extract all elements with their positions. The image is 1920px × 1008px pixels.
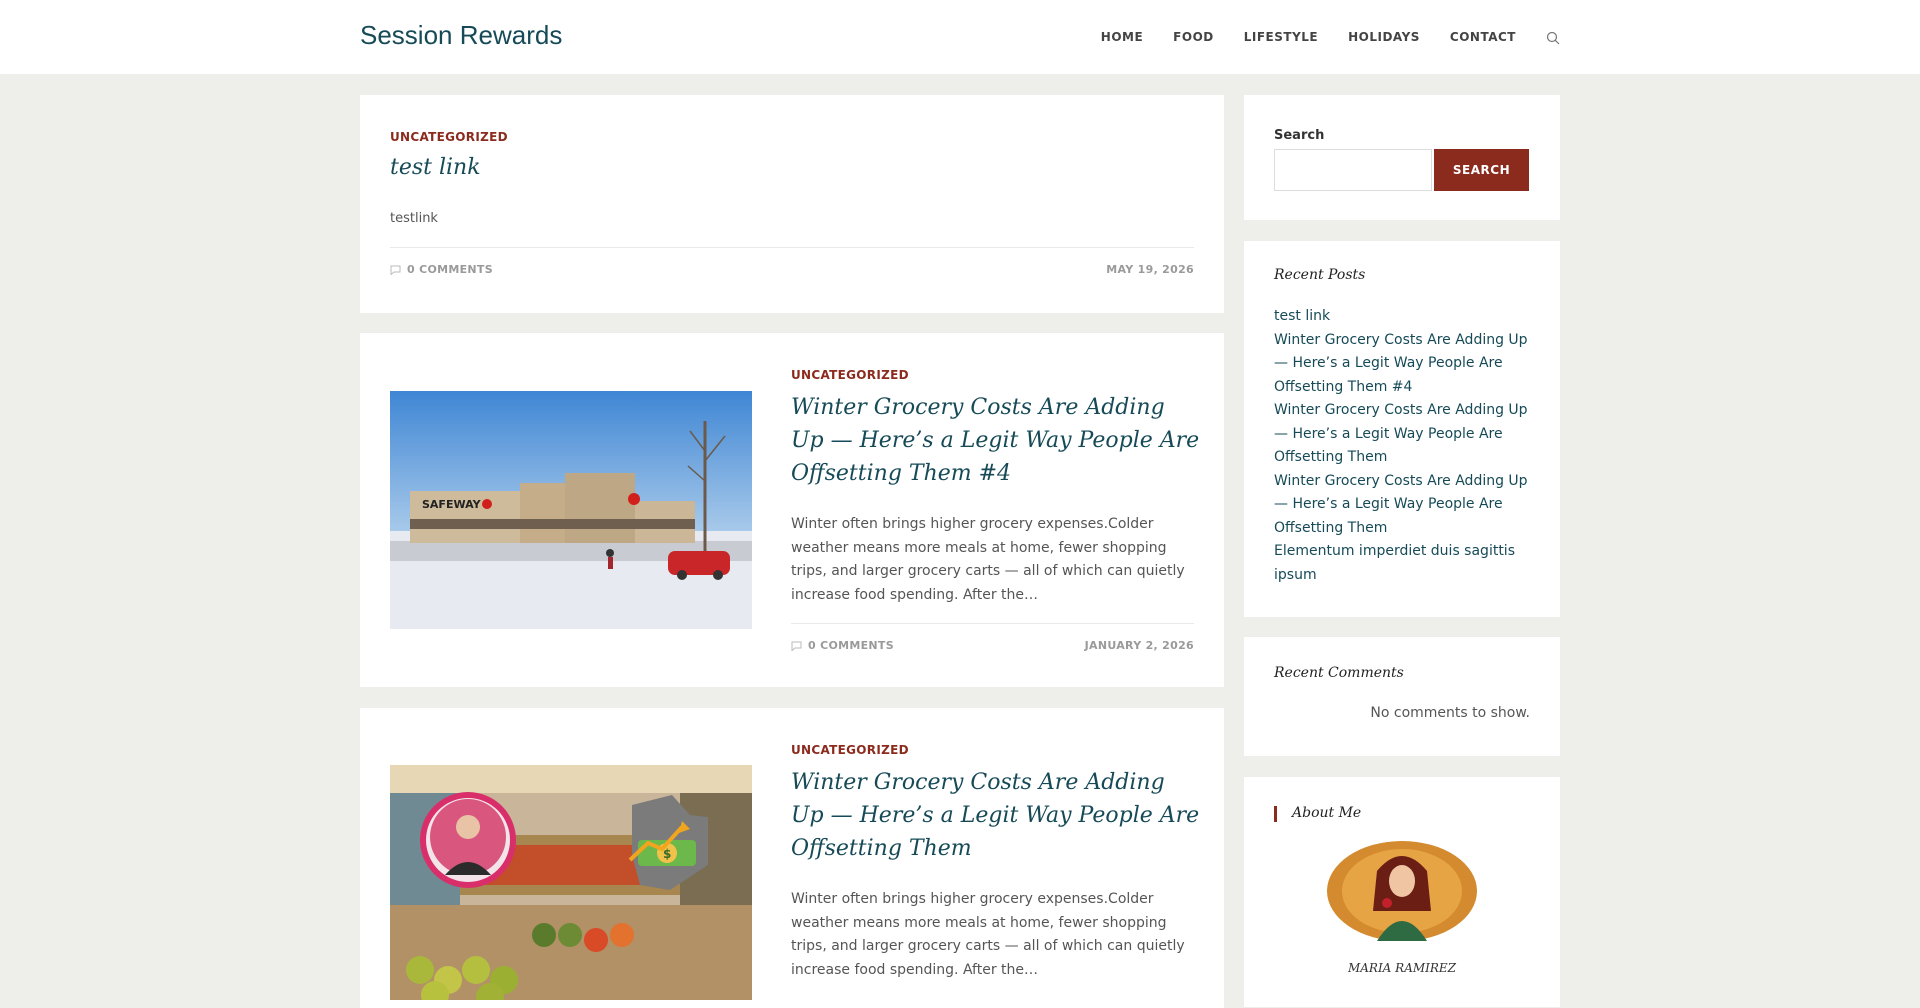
recent-post-link[interactable]: Winter Grocery Costs Are Adding Up — Her… xyxy=(1274,470,1534,541)
post-category[interactable]: UNCATEGORIZED xyxy=(791,368,909,382)
post-meta: 0 COMMENTS JANUARY 2, 2026 xyxy=(791,623,1194,655)
comments-count: 0 COMMENTS xyxy=(407,263,493,276)
about-name: MARIA RAMIREZ xyxy=(1347,961,1457,975)
post-card: $ UNCATEGORIZED Winter Grocery Costs Are… xyxy=(360,708,1224,1008)
recent-comments-widget: Recent Comments No comments to show. xyxy=(1244,637,1560,756)
post-title[interactable]: Winter Grocery Costs Are Adding Up — Her… xyxy=(791,391,1201,490)
post-category[interactable]: UNCATEGORIZED xyxy=(791,743,909,757)
post-card: SAFEWAY UNCATEGORIZED Winter Grocery Cos… xyxy=(360,333,1224,687)
nav-home[interactable]: HOME xyxy=(1101,30,1143,44)
post-category[interactable]: UNCATEGORIZED xyxy=(390,130,508,144)
avatar xyxy=(1327,841,1477,941)
about-title: About Me xyxy=(1292,805,1362,821)
post-excerpt: Winter often brings higher grocery expen… xyxy=(791,516,1185,603)
site-logo[interactable]: Session Rewards xyxy=(360,20,562,51)
about-widget: About Me MARIA RAMIREZ xyxy=(1244,777,1560,1007)
search-icon[interactable] xyxy=(1546,30,1560,45)
recent-comments-title: Recent Comments xyxy=(1274,665,1404,681)
post-thumbnail[interactable]: $ xyxy=(390,765,752,1000)
search-input[interactable] xyxy=(1274,149,1432,191)
site-header: Session Rewards HOME FOOD LIFESTYLE HOLI… xyxy=(0,0,1920,74)
recent-post-link[interactable]: Winter Grocery Costs Are Adding Up — Her… xyxy=(1274,329,1534,400)
recent-posts-title: Recent Posts xyxy=(1274,267,1366,283)
comment-icon xyxy=(791,641,802,651)
comments-count: 0 COMMENTS xyxy=(808,639,894,652)
title-accent-bar xyxy=(1274,806,1277,822)
safeway-sign: SAFEWAY xyxy=(422,498,482,511)
search-widget: Search SEARCH xyxy=(1244,95,1560,220)
post-title[interactable]: test link xyxy=(390,155,481,180)
recent-post-link[interactable]: test link xyxy=(1274,305,1534,329)
nav-holidays[interactable]: HOLIDAYS xyxy=(1348,30,1420,44)
post-meta: 0 COMMENTS MAY 19, 2026 xyxy=(390,247,1194,279)
search-label: Search xyxy=(1274,128,1325,143)
post-excerpt: Winter often brings higher grocery expen… xyxy=(791,891,1185,978)
recent-post-link[interactable]: Winter Grocery Costs Are Adding Up — Her… xyxy=(1274,399,1534,470)
recent-posts-list: test link Winter Grocery Costs Are Addin… xyxy=(1274,305,1534,587)
nav-food[interactable]: FOOD xyxy=(1173,30,1214,44)
search-button[interactable]: SEARCH xyxy=(1434,149,1529,191)
comments-link[interactable]: 0 COMMENTS xyxy=(390,263,493,276)
nav-contact[interactable]: CONTACT xyxy=(1450,30,1516,44)
post-date: MAY 19, 2026 xyxy=(1106,263,1194,276)
post-excerpt: testlink xyxy=(390,211,438,226)
recent-post-link[interactable]: Elementum imperdiet duis sagittis ipsum xyxy=(1274,540,1534,587)
post-card: UNCATEGORIZED test link testlink 0 COMME… xyxy=(360,95,1224,313)
recent-posts-widget: Recent Posts test link Winter Grocery Co… xyxy=(1244,241,1560,617)
post-title[interactable]: Winter Grocery Costs Are Adding Up — Her… xyxy=(791,766,1201,865)
comment-icon xyxy=(390,265,401,275)
post-thumbnail[interactable]: SAFEWAY xyxy=(390,391,752,629)
comments-link[interactable]: 0 COMMENTS xyxy=(791,639,894,652)
main-nav: HOME FOOD LIFESTYLE HOLIDAYS CONTACT xyxy=(1101,0,1560,74)
no-comments-text: No comments to show. xyxy=(1370,705,1530,721)
post-date: JANUARY 2, 2026 xyxy=(1084,639,1194,652)
nav-lifestyle[interactable]: LIFESTYLE xyxy=(1244,30,1318,44)
